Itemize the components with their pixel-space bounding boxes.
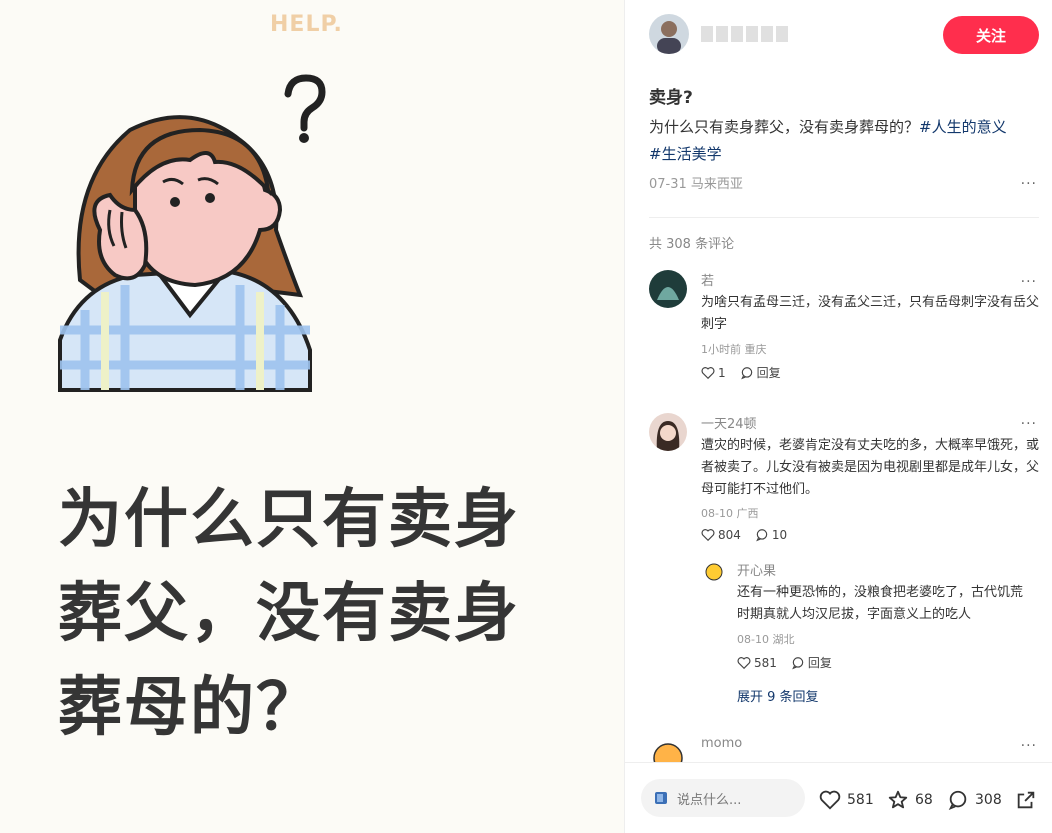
like-button[interactable]: 581: [819, 789, 874, 811]
post-image[interactable]: HELP. 为什么只有卖身 葬父，没有卖身 葬母的？: [0, 0, 624, 833]
reply-icon: [740, 366, 752, 379]
comment-like-button[interactable]: 804: [701, 528, 741, 542]
thinking-girl-illustration: [58, 74, 326, 392]
comment-like-count: 804: [718, 528, 741, 542]
reply-reply-button[interactable]: 回复: [791, 654, 832, 671]
commenter-avatar[interactable]: [649, 270, 687, 308]
reply-icon: [792, 656, 804, 669]
comment-more-icon[interactable]: ···: [1021, 416, 1037, 432]
author-info[interactable]: [649, 14, 788, 54]
tag-life-meaning[interactable]: #人生的意义: [919, 118, 1007, 136]
comment-item: momo: [649, 736, 1039, 762]
commenter-avatar[interactable]: [649, 736, 687, 762]
replier-name[interactable]: 开心果: [737, 560, 776, 579]
star-icon: [888, 790, 908, 809]
author-avatar[interactable]: [649, 14, 689, 54]
author-name-blurred[interactable]: [701, 26, 788, 42]
reply-like-button[interactable]: 581: [737, 656, 777, 670]
comment-like-count: 1: [718, 365, 726, 380]
follow-button[interactable]: 关注: [943, 16, 1039, 54]
post-text: 为什么只有卖身葬父，没有卖身葬母的？: [649, 118, 920, 136]
heart-icon: [701, 529, 715, 542]
comment-icon: [948, 790, 967, 810]
comment-like-button[interactable]: 1: [701, 366, 726, 380]
share-icon: [1017, 791, 1035, 809]
collect-button[interactable]: 68: [887, 789, 933, 811]
commenter-name[interactable]: 若: [701, 270, 714, 289]
commenter-avatar[interactable]: [649, 413, 687, 451]
reply-like-count: 581: [754, 655, 777, 670]
comment-meta: 08-10 广西: [701, 507, 759, 520]
like-count: 581: [847, 792, 874, 808]
comment-more-icon[interactable]: ···: [1021, 274, 1037, 290]
share-button[interactable]: [1015, 789, 1037, 811]
comment-reply-button[interactable]: 回复: [740, 364, 781, 381]
tag-life-aesthetics[interactable]: #生活美学: [649, 145, 722, 163]
comment-more-icon[interactable]: ···: [1021, 738, 1037, 754]
post-title: 卖身?: [649, 88, 693, 108]
headline-line-2: 葬父，没有卖身: [58, 577, 520, 651]
replier-avatar[interactable]: [703, 560, 725, 582]
comment-button[interactable]: 308: [947, 789, 1002, 811]
bottom-action-bar: 说点什么... 581 68 308: [625, 762, 1052, 833]
comment-text: 遭灾的时候，老婆肯定没有丈夫吃的多，大概率早饿死，或者被卖了。儿女没有被卖是因为…: [701, 438, 1040, 497]
reply-item: 开心果 还有一种更恐怖的，没粮食把老婆吃了，古代饥荒时期真就人均汉尼拔，字面意义…: [703, 560, 1033, 680]
heart-icon: [701, 366, 715, 379]
comment-count: 共 308 条评论: [649, 237, 735, 252]
heart-icon: [819, 790, 841, 810]
comment-total: 308: [975, 792, 1002, 808]
commenter-name[interactable]: momo: [701, 736, 742, 751]
book-icon: [655, 792, 667, 804]
divider: [649, 217, 1039, 218]
help-text: HELP.: [270, 12, 343, 37]
comment-input-placeholder: 说点什么...: [677, 792, 742, 808]
comment-reply-label: 回复: [756, 366, 781, 380]
headline-line-1: 为什么只有卖身: [58, 483, 520, 557]
post-meta: 07-31 马来西亚: [649, 177, 743, 192]
comment-item: 一天24顿 遭灾的时候，老婆肯定没有丈夫吃的多，大概率早饿死，或者被卖了。儿女没…: [649, 413, 1039, 553]
detail-panel: 关注 卖身? 为什么只有卖身葬父，没有卖身葬母的？#人生的意义 #生活美学 07…: [624, 0, 1052, 833]
comment-meta: 1小时前 重庆: [701, 343, 767, 356]
headline-line-3: 葬母的？: [58, 671, 322, 745]
reply-meta: 08-10 湖北: [737, 633, 795, 646]
expand-replies-link[interactable]: 展开 9 条回复: [737, 686, 819, 705]
comment-text: 为啥只有孟母三迁，没有孟父三迁，只有岳母刺字没有岳父刺字: [701, 295, 1040, 332]
reply-reply-label: 回复: [807, 656, 832, 670]
heart-icon: [737, 656, 751, 669]
post-description: 为什么只有卖身葬父，没有卖身葬母的？#人生的意义 #生活美学: [649, 114, 1039, 168]
comment-input[interactable]: 说点什么...: [641, 779, 805, 817]
comment-item: 若 为啥只有孟母三迁，没有孟父三迁，只有岳母刺字没有岳父刺字 1小时前 重庆 1…: [649, 270, 1039, 390]
comment-reply-count: 10: [771, 528, 788, 542]
commenter-name[interactable]: 一天24顿: [701, 413, 757, 432]
reply-text: 还有一种更恐怖的，没粮食把老婆吃了，古代饥荒时期真就人均汉尼拔，字面意义上的吃人: [737, 585, 1024, 622]
comment-reply-button[interactable]: 10: [755, 528, 787, 542]
collect-count: 68: [915, 792, 933, 808]
post-more-icon[interactable]: ···: [1021, 176, 1037, 192]
reply-icon: [756, 529, 768, 542]
